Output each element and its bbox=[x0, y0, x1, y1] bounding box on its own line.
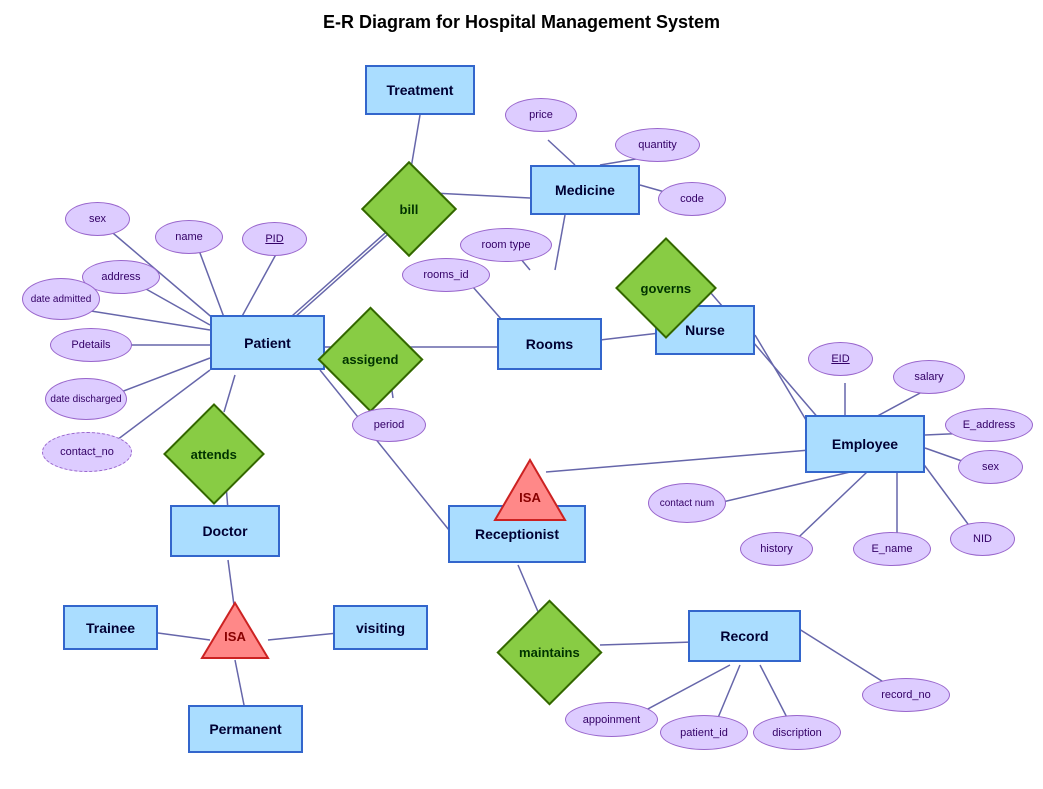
attr-salary: salary bbox=[893, 360, 965, 394]
attr-patient-id: patient_id bbox=[660, 715, 748, 750]
attr-date-discharged: date discharged bbox=[45, 378, 127, 420]
attr-room-type: room type bbox=[460, 228, 552, 262]
entity-trainee: Trainee bbox=[63, 605, 158, 650]
entity-permanent: Permanent bbox=[188, 705, 303, 753]
attr-e-address: E_address bbox=[945, 408, 1033, 442]
attr-contact-no: contact_no bbox=[42, 432, 132, 472]
attr-code: code bbox=[658, 182, 726, 216]
relationship-attends: attends bbox=[163, 403, 265, 505]
attr-nid: NID bbox=[950, 522, 1015, 556]
attr-rooms-id: rooms_id bbox=[402, 258, 490, 292]
attr-discription: discription bbox=[753, 715, 841, 750]
svg-text:ISA: ISA bbox=[519, 490, 541, 505]
isa-employee-triangle: ISA bbox=[490, 455, 570, 525]
entity-visiting: visiting bbox=[333, 605, 428, 650]
attr-sex-employee: sex bbox=[958, 450, 1023, 484]
attr-history: history bbox=[740, 532, 813, 566]
attr-quantity: quantity bbox=[615, 128, 700, 162]
attr-date-admitted: date admitted bbox=[22, 278, 100, 320]
relationship-assigend: assigend bbox=[317, 306, 423, 412]
attr-price: price bbox=[505, 98, 577, 132]
attr-name: name bbox=[155, 220, 223, 254]
relationship-bill: bill bbox=[361, 161, 457, 257]
entity-treatment: Treatment bbox=[365, 65, 475, 115]
attr-e-name: E_name bbox=[853, 532, 931, 566]
attr-eid: EID bbox=[808, 342, 873, 376]
attr-appoinment: appoinment bbox=[565, 702, 658, 737]
entity-employee: Employee bbox=[805, 415, 925, 473]
attr-record-no: record_no bbox=[862, 678, 950, 712]
attr-pid: PID bbox=[242, 222, 307, 256]
entity-record: Record bbox=[688, 610, 801, 662]
entity-rooms: Rooms bbox=[497, 318, 602, 370]
isa-doctor-triangle: ISA bbox=[198, 598, 273, 663]
attr-pdetails: Pdetails bbox=[50, 328, 132, 362]
relationship-maintains: maintains bbox=[496, 599, 602, 705]
entity-patient: Patient bbox=[210, 315, 325, 370]
entity-doctor: Doctor bbox=[170, 505, 280, 557]
diagram-title: E-R Diagram for Hospital Management Syst… bbox=[323, 12, 720, 33]
attr-sex-patient: sex bbox=[65, 202, 130, 236]
entity-medicine: Medicine bbox=[530, 165, 640, 215]
attr-period: period bbox=[352, 408, 426, 442]
svg-text:ISA: ISA bbox=[224, 629, 246, 644]
attr-contact-num: contact num bbox=[648, 483, 726, 523]
er-diagram-canvas: E-R Diagram for Hospital Management Syst… bbox=[0, 0, 1043, 789]
